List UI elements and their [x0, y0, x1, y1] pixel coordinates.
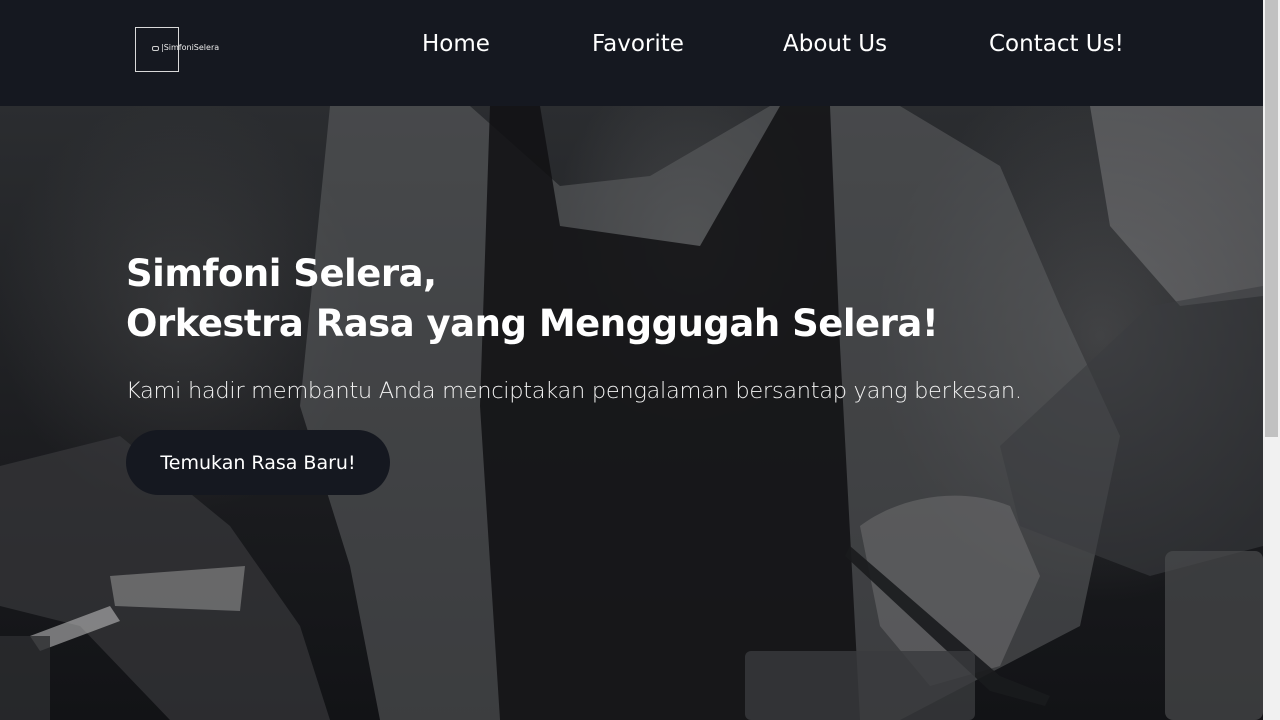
hero-subtitle: Kami hadir membantu Anda menciptakan pen… [126, 378, 1022, 404]
hero-background-image [0, 106, 1263, 720]
logo-icon [152, 46, 159, 51]
nav-link-home[interactable]: Home [422, 31, 490, 57]
nav-link-favorite[interactable]: Favorite [592, 31, 684, 57]
hero-title-line-2: Orkestra Rasa yang Menggugah Selera! [126, 302, 939, 345]
navbar: |SimfoniSelera Home Favorite About Us Co… [0, 0, 1263, 106]
page-scrollbar[interactable] [1263, 0, 1280, 720]
hero-title-line-1: Simfoni Selera, [126, 252, 437, 295]
find-new-taste-button[interactable]: Temukan Rasa Baru! [126, 430, 390, 495]
nav-link-about-us[interactable]: About Us [783, 31, 887, 57]
scrollbar-thumb[interactable] [1265, 0, 1278, 437]
logo-text: |SimfoniSelera [161, 43, 220, 52]
hero-section: Simfoni Selera, Orkestra Rasa yang Mengg… [0, 106, 1263, 720]
nav-link-contact-us[interactable]: Contact Us! [989, 31, 1124, 57]
